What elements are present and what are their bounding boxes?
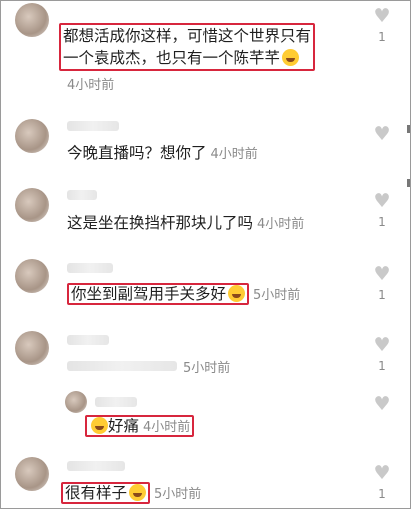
comment-text: 很有样子 5小时前 (61, 482, 201, 506)
comment-time: 5小时前 (183, 361, 231, 376)
like-button[interactable]: ♥ 1 (370, 6, 394, 44)
comment-text-blurred (67, 361, 177, 371)
comment-text: 都想活成你这样，可惜这个世界只有 一个袁成杰，也只有一个陈芊芊 (59, 23, 316, 71)
username-blurred (95, 397, 137, 407)
heart-icon: ♥ (373, 462, 391, 484)
like-button[interactable]: ♥ 1 (370, 191, 394, 229)
heart-icon: ♥ (373, 190, 391, 212)
avatar[interactable] (15, 457, 49, 491)
comment-time: 4小时前 (67, 78, 115, 93)
like-button[interactable]: ♥ 1 (370, 463, 394, 501)
like-button[interactable]: ♥ 1 (370, 335, 394, 373)
comment-text: 你坐到副驾用手关多好 5小时前 (67, 283, 300, 307)
username-blurred (67, 335, 109, 345)
avatar[interactable] (15, 188, 49, 222)
avatar[interactable] (15, 119, 49, 153)
like-button[interactable]: ♥ (370, 394, 394, 414)
comment-text: 这是坐在换挡杆那块儿了吗 4小时前 (67, 214, 305, 232)
heart-icon: ♥ (373, 334, 391, 356)
username-blurred (67, 461, 125, 471)
avatar[interactable] (65, 391, 87, 413)
grinning-emoji-icon (129, 484, 147, 501)
comment-text: 今晚直播吗？想你了 4小时前 (67, 144, 258, 162)
like-count: 1 (378, 359, 386, 373)
heart-icon: ♥ (373, 263, 391, 285)
avatar[interactable] (15, 3, 49, 37)
heart-icon: ♥ (373, 393, 391, 415)
username-blurred (67, 263, 113, 273)
like-count: 1 (378, 288, 386, 302)
grinning-emoji-icon (282, 49, 300, 66)
grinning-emoji-icon (91, 417, 108, 434)
avatar[interactable] (15, 259, 49, 293)
username-blurred (67, 121, 119, 131)
grinning-emoji-icon (228, 285, 246, 302)
heart-icon: ♥ (373, 123, 391, 145)
like-button[interactable]: ♥ (370, 124, 394, 144)
edge-fragment (407, 125, 410, 133)
like-count: 1 (378, 30, 386, 44)
username-blurred (67, 190, 97, 200)
like-count: 1 (378, 487, 386, 501)
reply-text: 好痛 4小时前 (85, 415, 195, 439)
edge-fragment (407, 179, 410, 187)
heart-icon: ♥ (373, 5, 391, 27)
avatar[interactable] (15, 331, 49, 365)
like-button[interactable]: ♥ 1 (370, 264, 394, 302)
like-count: 1 (378, 215, 386, 229)
